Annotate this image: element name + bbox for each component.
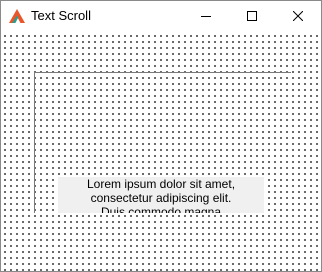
- close-icon: [293, 11, 303, 21]
- app-logo-icon: [9, 9, 25, 23]
- scrolling-text: Lorem ipsum dolor sit amet, consectetur …: [86, 177, 236, 213]
- window-title: Text Scroll: [31, 8, 91, 23]
- close-button[interactable]: [275, 1, 321, 31]
- title-bar[interactable]: Text Scroll: [1, 1, 321, 31]
- maximize-button[interactable]: [229, 1, 275, 31]
- minimize-button[interactable]: [183, 1, 229, 31]
- maximize-icon: [247, 11, 257, 21]
- minimize-icon: [201, 16, 211, 17]
- dotted-client-area: Lorem ipsum dolor sit amet, consectetur …: [1, 31, 321, 271]
- scroll-text-box: Lorem ipsum dolor sit amet, consectetur …: [58, 177, 264, 213]
- app-window: Text Scroll Lorem ipsum dolor sit amet, …: [0, 0, 322, 272]
